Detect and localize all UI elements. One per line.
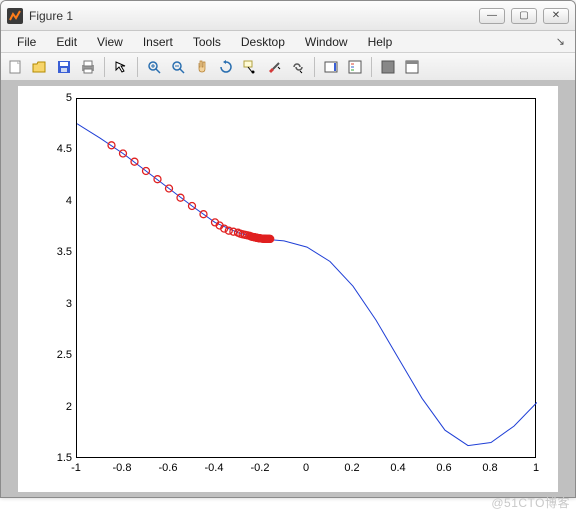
zoom-in-button[interactable] — [143, 56, 165, 78]
x-tick-label: -0.8 — [107, 462, 137, 474]
dock-toggle-icon[interactable]: ↘ — [556, 35, 569, 48]
y-tick-label: 5 — [42, 92, 72, 104]
watermark-text: @51CTO博客 — [491, 494, 570, 511]
close-icon: ✕ — [552, 10, 560, 21]
window-title: Figure 1 — [29, 9, 479, 23]
pan-button[interactable] — [191, 56, 213, 78]
show-tools-button[interactable] — [401, 56, 423, 78]
y-tick-label: 2.5 — [42, 349, 72, 361]
hide-icon — [380, 59, 396, 75]
x-tick-label: -1 — [61, 462, 91, 474]
open-icon — [32, 59, 48, 75]
data-cursor-button[interactable] — [239, 56, 261, 78]
zoom-out-button[interactable] — [167, 56, 189, 78]
save-button[interactable] — [53, 56, 75, 78]
matlab-icon — [7, 8, 23, 24]
plot-area — [77, 99, 537, 459]
minimize-button[interactable]: — — [479, 8, 505, 24]
toolbar — [1, 53, 575, 81]
open-button[interactable] — [29, 56, 51, 78]
toolbar-separator — [104, 57, 105, 77]
x-tick-label: 0.4 — [383, 462, 413, 474]
link-button[interactable] — [287, 56, 309, 78]
y-tick-label: 4.5 — [42, 143, 72, 155]
x-tick-label: 0.2 — [337, 462, 367, 474]
menu-file[interactable]: File — [7, 33, 46, 51]
menu-help[interactable]: Help — [358, 33, 403, 51]
new-icon — [8, 59, 24, 75]
toolbar-separator — [314, 57, 315, 77]
y-tick-label: 4 — [42, 195, 72, 207]
x-tick-label: -0.4 — [199, 462, 229, 474]
toolbar-separator — [137, 57, 138, 77]
close-button[interactable]: ✕ — [543, 8, 569, 24]
new-figure-button[interactable] — [5, 56, 27, 78]
menu-bar: File Edit View Insert Tools Desktop Wind… — [1, 31, 575, 53]
y-tick-label: 3.5 — [42, 246, 72, 258]
save-icon — [56, 59, 72, 75]
maximize-icon: ▢ — [519, 10, 528, 21]
edit-plot-button[interactable] — [110, 56, 132, 78]
colorbar-button[interactable] — [320, 56, 342, 78]
link-icon — [290, 59, 306, 75]
x-tick-label: 1 — [521, 462, 551, 474]
maximize-button[interactable]: ▢ — [511, 8, 537, 24]
toolbar-separator — [371, 57, 372, 77]
zoom-out-icon — [170, 59, 186, 75]
x-tick-label: -0.2 — [245, 462, 275, 474]
axes-background: 1.522.533.544.55-1-0.8-0.6-0.4-0.200.20.… — [18, 86, 558, 492]
brush-icon — [266, 59, 282, 75]
rotate-icon — [218, 59, 234, 75]
menu-window[interactable]: Window — [295, 33, 358, 51]
x-tick-label: 0.6 — [429, 462, 459, 474]
arrow-icon — [113, 59, 129, 75]
legend-icon — [347, 59, 363, 75]
rotate-button[interactable] — [215, 56, 237, 78]
hide-tools-button[interactable] — [377, 56, 399, 78]
y-tick-label: 3 — [42, 298, 72, 310]
window-controls: — ▢ ✕ — [479, 8, 569, 24]
zoom-in-icon — [146, 59, 162, 75]
brush-button[interactable] — [263, 56, 285, 78]
legend-button[interactable] — [344, 56, 366, 78]
x-tick-label: 0.8 — [475, 462, 505, 474]
title-bar[interactable]: Figure 1 — ▢ ✕ — [1, 1, 575, 31]
menu-tools[interactable]: Tools — [183, 33, 231, 51]
y-tick-label: 2 — [42, 401, 72, 413]
minimize-icon: — — [487, 10, 497, 21]
menu-view[interactable]: View — [87, 33, 133, 51]
colorbar-icon — [323, 59, 339, 75]
menu-desktop[interactable]: Desktop — [231, 33, 295, 51]
print-icon — [80, 59, 96, 75]
figure-canvas[interactable]: 1.522.533.544.55-1-0.8-0.6-0.4-0.200.20.… — [1, 81, 575, 497]
x-tick-label: 0 — [291, 462, 321, 474]
x-tick-label: -0.6 — [153, 462, 183, 474]
show-icon — [404, 59, 420, 75]
print-button[interactable] — [77, 56, 99, 78]
datacursor-icon — [242, 59, 258, 75]
menu-edit[interactable]: Edit — [46, 33, 87, 51]
axes-box — [76, 98, 536, 458]
figure-window: Figure 1 — ▢ ✕ File Edit View Insert Too… — [0, 0, 576, 498]
pan-icon — [194, 59, 210, 75]
menu-insert[interactable]: Insert — [133, 33, 183, 51]
